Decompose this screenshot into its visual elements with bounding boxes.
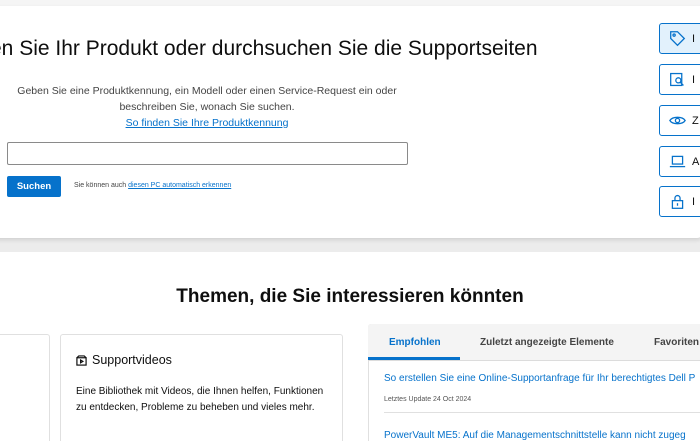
order-search-icon <box>670 72 684 87</box>
search-button[interactable]: Suchen <box>7 176 61 197</box>
tag-icon <box>670 31 686 47</box>
divider <box>384 412 700 413</box>
side-button-tag[interactable]: I <box>659 23 700 54</box>
search-description: Geben Sie eine Produktkennung, ein Model… <box>17 85 397 113</box>
topic-card-partial[interactable] <box>0 334 50 441</box>
search-input[interactable] <box>7 142 408 165</box>
video-icon <box>76 354 87 366</box>
side-button-laptop[interactable]: A <box>659 146 700 177</box>
side-button-label: I <box>692 32 696 45</box>
laptop-icon <box>669 155 686 168</box>
article-meta: Letztes Update 24 Oct 2024 <box>384 396 472 403</box>
side-button-label: A <box>692 155 700 168</box>
active-tab-indicator <box>368 357 460 360</box>
tab-recently-viewed[interactable]: Zuletzt angezeigte Elemente <box>480 337 614 348</box>
support-videos-description: Eine Bibliothek mit Videos, die Ihnen he… <box>76 386 324 413</box>
side-button-order[interactable]: I <box>659 64 700 95</box>
side-button-label: I <box>692 73 696 86</box>
tab-recommended[interactable]: Empfohlen <box>389 337 441 348</box>
tab-favorites[interactable]: Favoriten <box>654 337 699 348</box>
eye-icon <box>669 116 686 125</box>
article-link[interactable]: So erstellen Sie eine Online-Supportanfr… <box>384 373 695 384</box>
auto-detect-link[interactable]: diesen PC automatisch erkennen <box>128 182 231 189</box>
find-product-id-link[interactable]: So finden Sie Ihre Produktkennung <box>12 117 402 129</box>
article-link[interactable]: PowerVault ME5: Auf die Managementschnit… <box>384 430 686 441</box>
side-button-label: Z <box>692 114 699 127</box>
side-button-label: I <box>692 195 696 208</box>
page-title: en Sie Ihr Produkt oder durchsuchen Sie … <box>0 37 538 60</box>
side-button-lock[interactable]: I <box>659 186 700 217</box>
lock-icon <box>671 194 684 209</box>
side-button-view[interactable]: Z <box>659 105 700 136</box>
topics-title: Themen, die Sie interessieren könnten <box>176 286 524 307</box>
auto-detect-text: Sie können auch diesen PC automatisch er… <box>74 182 232 189</box>
support-videos-title[interactable]: Supportvideos <box>76 353 172 367</box>
